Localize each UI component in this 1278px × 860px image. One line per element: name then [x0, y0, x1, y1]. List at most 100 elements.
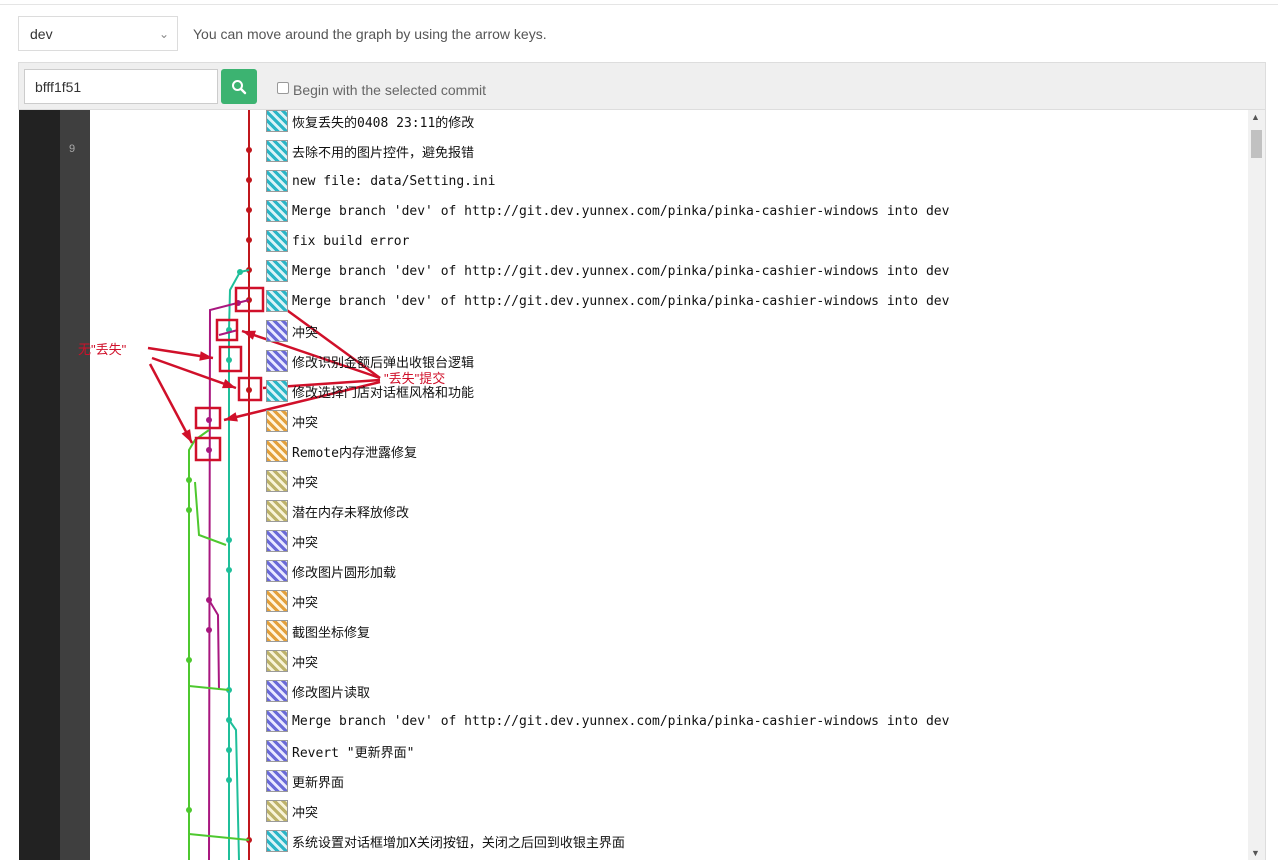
branch-line-green — [194, 481, 227, 546]
annotation-arrow-head — [181, 429, 192, 443]
commit-row[interactable]: 恢复丢失的0408 23:11的修改 — [266, 106, 949, 136]
commit-message: 潜在内存未释放修改 — [292, 505, 410, 521]
commit-message: 冲突 — [292, 805, 319, 821]
author-avatar — [266, 260, 288, 282]
author-avatar — [266, 230, 288, 252]
commit-message: 冲突 — [292, 325, 319, 341]
scroll-up-arrow-icon[interactable]: ▲ — [1251, 112, 1260, 122]
commit-row[interactable]: 冲突 — [266, 466, 949, 496]
commit-message: 修改图片读取 — [292, 685, 371, 701]
commit-row[interactable]: new file: data/Setting.ini — [266, 166, 949, 196]
line-number-gutter — [60, 110, 90, 860]
commit-node — [226, 357, 232, 363]
commit-node — [237, 269, 243, 275]
commit-node — [246, 267, 252, 273]
annotation-arrow — [148, 363, 194, 444]
branch-select-value: dev — [30, 26, 53, 42]
commit-node — [206, 627, 212, 633]
branch-select[interactable]: dev ⌄ — [18, 16, 178, 51]
commit-message: Merge branch 'dev' of http://git.dev.yun… — [292, 263, 950, 279]
commit-message: 修改选择门店对话框风格和功能 — [292, 385, 475, 401]
author-avatar — [266, 620, 288, 642]
author-avatar — [266, 680, 288, 702]
content-border — [1265, 62, 1266, 860]
author-avatar — [266, 380, 288, 402]
commit-row[interactable]: fix build error — [266, 226, 949, 256]
annotation-arrow-head — [224, 412, 238, 422]
commit-row[interactable]: Merge branch 'dev' of http://git.dev.yun… — [266, 196, 949, 226]
commit-row[interactable]: 系统设置对话框增加X关闭按钮，关闭之后回到收银主界面 — [266, 826, 949, 856]
commit-node — [226, 537, 232, 543]
author-avatar — [266, 470, 288, 492]
commit-message: 冲突 — [292, 415, 319, 431]
commit-row[interactable]: Merge branch 'dev' of http://git.dev.yun… — [266, 706, 949, 736]
commit-node — [206, 447, 212, 453]
author-avatar — [266, 710, 288, 732]
search-button[interactable] — [221, 69, 257, 104]
author-avatar — [266, 140, 288, 162]
vertical-scrollbar[interactable] — [1248, 110, 1265, 860]
author-avatar — [266, 320, 288, 342]
commit-message: 修改识别金额后弹出收银台逻辑 — [292, 355, 475, 371]
commit-message: 修改图片圆形加载 — [292, 565, 397, 581]
author-avatar — [266, 740, 288, 762]
commit-search-input[interactable] — [24, 69, 218, 104]
highlight-box — [194, 436, 222, 462]
author-avatar — [266, 530, 288, 552]
checkbox-label: Begin with the selected commit — [293, 82, 486, 98]
annotation-arrow-head — [222, 379, 236, 389]
commit-row[interactable]: 冲突 — [266, 526, 949, 556]
author-avatar — [266, 800, 288, 822]
commit-row[interactable]: 修改选择门店对话框风格和功能 — [266, 376, 949, 406]
commit-row[interactable]: 冲突 — [266, 586, 949, 616]
branch-line-magenta — [208, 299, 250, 860]
author-avatar — [266, 410, 288, 432]
commit-node — [226, 717, 232, 723]
commit-node — [226, 777, 232, 783]
branch-line-magenta — [208, 599, 220, 691]
line-number: 9 — [68, 143, 76, 155]
commit-row[interactable]: 修改识别金额后弹出收银台逻辑 — [266, 346, 949, 376]
commit-row[interactable]: 潜在内存未释放修改 — [266, 496, 949, 526]
commit-message: 冲突 — [292, 655, 319, 671]
annotation-lost-commit: "丢失"提交 — [384, 371, 446, 386]
branch-line-teal — [228, 719, 240, 860]
commit-row[interactable]: 修改图片读取 — [266, 676, 949, 706]
scroll-down-arrow-icon[interactable]: ▼ — [1251, 848, 1260, 858]
highlight-box — [234, 286, 265, 313]
commit-row[interactable]: 更新界面 — [266, 766, 949, 796]
author-avatar — [266, 170, 288, 192]
annotation-arrow — [151, 356, 237, 390]
commit-row[interactable]: 冲突 — [266, 796, 949, 826]
scrollbar-thumb[interactable] — [1251, 130, 1262, 158]
commit-row[interactable]: 截图坐标修复 — [266, 616, 949, 646]
commit-row[interactable]: Merge branch 'dev' of http://git.dev.yun… — [266, 286, 949, 316]
commit-node — [246, 297, 252, 303]
commit-node — [226, 687, 232, 693]
commit-node — [226, 567, 232, 573]
keyboard-hint: You can move around the graph by using t… — [193, 26, 547, 42]
commit-node — [246, 207, 252, 213]
commit-row[interactable]: 冲突 — [266, 646, 949, 676]
commit-message: new file: data/Setting.ini — [292, 173, 496, 189]
commit-node — [246, 387, 252, 393]
commit-row[interactable]: 去除不用的图片控件，避免报错 — [266, 136, 949, 166]
begin-with-selected-checkbox[interactable]: Begin with the selected commit — [277, 80, 486, 98]
commit-row[interactable]: Merge branch 'dev' of http://git.dev.yun… — [266, 256, 949, 286]
commit-node — [246, 177, 252, 183]
commit-row[interactable]: Remote内存泄露修复 — [266, 436, 949, 466]
author-avatar — [266, 770, 288, 792]
commit-node — [206, 417, 212, 423]
commit-row[interactable]: 修改图片圆形加载 — [266, 556, 949, 586]
commit-row[interactable]: Revert "更新界面" — [266, 736, 949, 766]
commit-message: Merge branch 'dev' of http://git.dev.yun… — [292, 203, 950, 219]
branch-line-magenta — [218, 329, 239, 336]
commit-row[interactable]: 冲突 — [266, 406, 949, 436]
checkbox-box[interactable] — [277, 82, 289, 94]
author-avatar — [266, 110, 288, 132]
commit-row[interactable]: 冲突 — [266, 316, 949, 346]
highlight-box — [237, 376, 263, 402]
annotation-arrow — [147, 346, 214, 360]
commit-message: 冲突 — [292, 595, 319, 611]
author-avatar — [266, 290, 288, 312]
